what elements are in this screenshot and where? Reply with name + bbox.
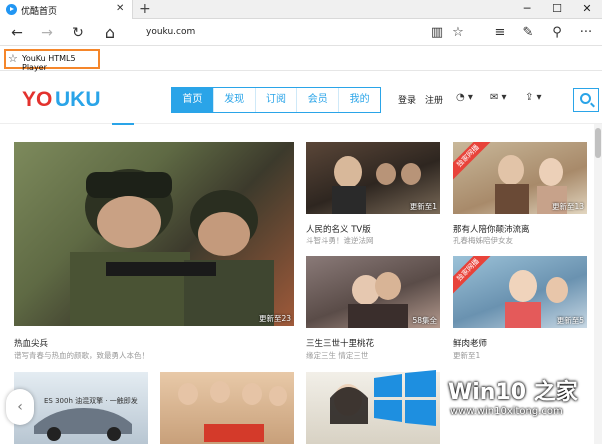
favorite-label: YouKu HTML5 Player <box>22 54 76 72</box>
youku-favicon-icon <box>6 4 17 15</box>
upload-icon[interactable]: ⇪ ▾ <box>525 92 542 103</box>
close-window-button[interactable]: ✕ <box>572 2 602 17</box>
nav-discover[interactable]: 发现 <box>212 88 255 112</box>
watermark-url: www.win10xitong.com <box>450 406 563 417</box>
browser-tab-youku[interactable]: 优酷首页 ✕ <box>0 0 133 19</box>
video-thumbnail[interactable] <box>160 372 294 444</box>
scrollbar-thumb[interactable] <box>595 128 601 158</box>
register-link[interactable]: 注册 <box>425 93 443 106</box>
video-subtitle: 谱写青春与热血的颜歌，致最勇人本色！ <box>14 351 149 360</box>
forward-icon[interactable]: → <box>37 23 57 43</box>
video-image <box>178 381 287 442</box>
address-text[interactable]: youku.com <box>146 27 195 37</box>
video-thumbnail[interactable]: 58集全 <box>306 256 440 328</box>
video-thumbnail[interactable]: 独家网播 更新至13 <box>453 142 587 214</box>
update-badge: 更新至5 <box>556 316 584 325</box>
back-icon[interactable]: ← <box>7 23 27 43</box>
svg-text:YO: YO <box>22 88 52 110</box>
video-subtitle: 斗智斗勇！谁逆法网 <box>306 236 374 245</box>
login-link[interactable]: 登录 <box>398 93 416 106</box>
minimize-button[interactable]: ─ <box>512 2 542 17</box>
youku-logo[interactable]: YO UKU <box>22 86 114 110</box>
car-image <box>34 408 132 441</box>
tab-title: 优酷首页 <box>21 7 58 17</box>
favorite-youku-html5-player[interactable]: ☆ YouKu HTML5 Player <box>4 49 100 72</box>
nav-active-indicator <box>112 123 134 125</box>
watermark: Win10 之家 www.win10xitong.com <box>372 368 596 430</box>
video-title[interactable]: 三生三世十里桃花 <box>306 337 374 349</box>
nav-subscribe[interactable]: 订阅 <box>254 88 297 112</box>
nav-member[interactable]: 会员 <box>296 88 338 112</box>
address-bar[interactable]: youku.com <box>140 23 420 43</box>
history-icon[interactable]: ◔ ▾ <box>456 92 473 103</box>
watermark-title: Win10 之家 <box>448 380 578 405</box>
video-subtitle: 更新至1 <box>453 351 481 360</box>
windows-logo <box>374 370 436 426</box>
video-title[interactable]: 鲜肉老师 <box>453 337 487 349</box>
video-title[interactable]: 人民的名义 TV版 <box>306 223 371 235</box>
nav-home[interactable]: 首页 <box>172 88 213 112</box>
browser-nav-bar: ← → ↻ ⌂ youku.com ▥ ☆ ≡ ✎ ⚲ ··· <box>0 19 602 46</box>
maximize-button[interactable]: ☐ <box>542 2 572 17</box>
favorite-star-icon[interactable]: ☆ <box>449 24 467 42</box>
browser-tab-bar: 优酷首页 ✕ + ─ ☐ ✕ <box>0 0 602 19</box>
home-icon[interactable]: ⌂ <box>100 23 120 43</box>
favorites-bar: ☆ YouKu HTML5 Player <box>0 47 602 72</box>
video-title[interactable]: 那有人陪你颠沛流离 <box>453 223 530 235</box>
new-tab-button[interactable]: + <box>139 1 151 17</box>
video-subtitle: 孔春梅姊陪伊女友 <box>453 236 513 245</box>
car-ad-text: ES 300h 油混双擎 · 一触即发 <box>44 397 138 405</box>
refresh-icon[interactable]: ↻ <box>68 23 88 43</box>
hub-icon[interactable]: ≡ <box>491 24 509 42</box>
update-badge: 58集全 <box>412 316 437 325</box>
video-thumbnail[interactable]: 更新至1 <box>306 142 440 214</box>
favorite-star-icon: ☆ <box>8 52 18 65</box>
message-icon[interactable]: ✉ ▾ <box>490 92 507 103</box>
search-icon <box>580 93 591 104</box>
car-ad-thumbnail[interactable]: ES 300h 油混双擎 · 一触即发 <box>14 372 148 444</box>
featured-video-thumbnail[interactable]: 更新至23 <box>14 142 294 326</box>
tab-close-icon[interactable]: ✕ <box>116 3 124 14</box>
search-button[interactable] <box>573 88 599 112</box>
youku-header: YO UKU 首页 发现 订阅 会员 我的 登录 注册 ◔ ▾ ✉ ▾ ⇪ ▾ <box>0 72 602 124</box>
web-note-icon[interactable]: ✎ <box>519 24 537 42</box>
youku-main-nav: 首页 发现 订阅 会员 我的 <box>171 87 381 113</box>
more-icon[interactable]: ··· <box>577 24 595 42</box>
update-badge: 更新至23 <box>258 314 291 323</box>
carousel-left-arrow[interactable]: ‹ <box>6 389 34 425</box>
update-badge: 更新至13 <box>551 202 584 211</box>
video-subtitle: 缘定三生 情定三世 <box>306 351 369 360</box>
update-badge: 更新至1 <box>409 202 437 211</box>
reading-view-icon[interactable]: ▥ <box>428 24 446 42</box>
page-scrollbar[interactable] <box>594 124 602 444</box>
svg-text:UKU: UKU <box>55 88 101 110</box>
video-title[interactable]: 热血尖兵 <box>14 337 48 349</box>
share-icon[interactable]: ⚲ <box>548 24 566 42</box>
video-thumbnail[interactable]: 独家网播 更新至5 <box>453 256 587 328</box>
soldiers-image <box>70 169 274 326</box>
nav-mine[interactable]: 我的 <box>338 88 380 112</box>
